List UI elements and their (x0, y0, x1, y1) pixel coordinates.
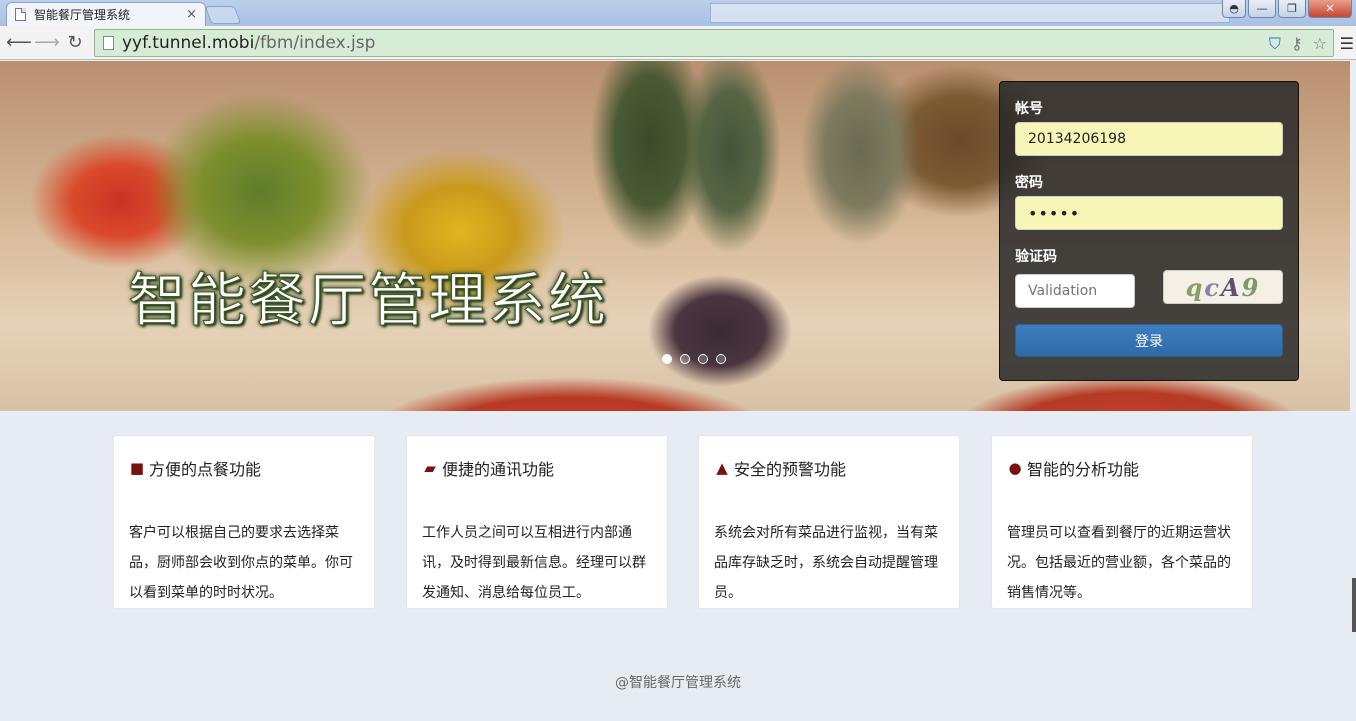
url-path: /fbm/index.jsp (254, 33, 376, 53)
carousel-dot[interactable] (680, 354, 690, 364)
password-input[interactable] (1015, 196, 1283, 230)
url-host: yyf.tunnel.mobi (122, 33, 255, 53)
warning-icon: ▲ (716, 459, 728, 477)
captcha-row: q c A 9 (1015, 270, 1283, 308)
feature-description: 工作人员之间可以互相进行内部通讯，及时得到最新信息。经理可以群发通知、消息给每位… (422, 525, 646, 601)
features-section: ■ 方便的点餐功能 客户可以根据自己的要求去选择菜品，厨师部会收到你点的菜单。你… (0, 411, 1356, 721)
carousel-dot[interactable] (662, 354, 672, 364)
comment-icon: ▰ (424, 459, 436, 477)
scrollbar-thumb[interactable] (1352, 578, 1356, 632)
page-icon (15, 8, 26, 21)
feature-card-ordering: ■ 方便的点餐功能 客户可以根据自己的要求去选择菜品，厨师部会收到你点的菜单。你… (113, 435, 375, 609)
feature-heading: ▲ 安全的预警功能 (714, 456, 944, 480)
address-bar[interactable]: yyf.tunnel.mobi/fbm/index.jsp ⛉ ⚷ ☆ (94, 29, 1334, 57)
feature-title: 智能的分析功能 (1027, 460, 1140, 479)
apple-icon: ● (1008, 459, 1022, 477)
carousel-indicators (662, 354, 726, 364)
feature-description: 系统会对所有菜品进行监视，当有菜品库存缺乏时，系统会自动提醒管理员。 (714, 525, 938, 601)
tab-close-icon[interactable]: × (186, 7, 197, 22)
captcha-char: A (1221, 272, 1242, 302)
browser-tabstrip: 智能餐厅管理系统 × ◓ — ❐ ✕ (0, 0, 1356, 26)
captcha-label: 验证码 (1015, 249, 1057, 265)
carousel-dot[interactable] (716, 354, 726, 364)
shield-icon[interactable]: ⛉ (1269, 34, 1281, 54)
menu-icon[interactable]: ☰ (1340, 34, 1354, 53)
hero-title: 智能餐厅管理系统 (127, 266, 609, 335)
login-button[interactable]: 登录 (1015, 324, 1283, 357)
maximize-button[interactable]: ❐ (1278, 0, 1306, 18)
bookmark-star-icon[interactable]: ☆ (1313, 34, 1327, 54)
browser-toolbar: ⟵ ⟶ ↻ yyf.tunnel.mobi/fbm/index.jsp ⛉ ⚷ … (0, 26, 1356, 60)
window-controls: ◓ — ❐ ✕ (1222, 0, 1352, 18)
feature-heading: ■ 方便的点餐功能 (129, 456, 359, 480)
feature-title: 便捷的通讯功能 (442, 460, 555, 479)
feature-card-warning: ▲ 安全的预警功能 系统会对所有菜品进行监视，当有菜品库存缺乏时，系统会自动提醒… (698, 435, 960, 609)
page-footer: @智能餐厅管理系统 (615, 675, 741, 691)
feature-card-messaging: ▰ 便捷的通讯功能 工作人员之间可以互相进行内部通讯，及时得到最新信息。经理可以… (406, 435, 668, 609)
background-window (710, 3, 1230, 23)
new-tab-button[interactable] (204, 6, 242, 24)
feature-description: 管理员可以查看到餐厅的近期运营状况。包括最近的营业额，各个菜品的销售情况等。 (1007, 525, 1231, 601)
password-label: 密码 (1015, 175, 1043, 191)
book-icon: ■ (129, 459, 145, 477)
captcha-image[interactable]: q c A 9 (1163, 270, 1283, 304)
carousel-dot[interactable] (698, 354, 708, 364)
captcha-char: c (1204, 272, 1222, 302)
url-text[interactable]: yyf.tunnel.mobi/fbm/index.jsp (122, 33, 375, 53)
close-window-button[interactable]: ✕ (1308, 0, 1352, 18)
reload-icon[interactable]: ↻ (64, 32, 86, 53)
feature-title: 安全的预警功能 (734, 460, 847, 479)
user-profile-button[interactable]: ◓ (1222, 0, 1246, 18)
account-input[interactable] (1015, 122, 1283, 156)
feature-title: 方便的点餐功能 (149, 460, 262, 479)
feature-heading: ● 智能的分析功能 (1007, 456, 1237, 480)
back-icon[interactable]: ⟵ (6, 32, 32, 53)
feature-card-analysis: ● 智能的分析功能 管理员可以查看到餐厅的近期运营状况。包括最近的营业额，各个菜… (991, 435, 1253, 609)
captcha-char: q (1185, 272, 1205, 302)
browser-tab[interactable]: 智能餐厅管理系统 × (6, 2, 206, 26)
feature-description: 客户可以根据自己的要求去选择菜品，厨师部会收到你点的菜单。你可以看到菜单的时时状… (129, 525, 353, 601)
captcha-input[interactable] (1015, 274, 1135, 308)
account-label: 帐号 (1015, 101, 1043, 117)
omnibox-icons: ⛉ ⚷ ☆ (1269, 34, 1327, 54)
feature-heading: ▰ 便捷的通讯功能 (422, 456, 652, 480)
forward-icon[interactable]: ⟶ (34, 32, 60, 53)
login-form: 帐号 密码 验证码 q c A 9 登录 (999, 81, 1299, 381)
minimize-button[interactable]: — (1248, 0, 1276, 18)
key-icon[interactable]: ⚷ (1291, 34, 1303, 54)
captcha-char: 9 (1241, 272, 1261, 302)
page-icon (103, 36, 114, 50)
tab-title: 智能餐厅管理系统 (34, 8, 131, 22)
